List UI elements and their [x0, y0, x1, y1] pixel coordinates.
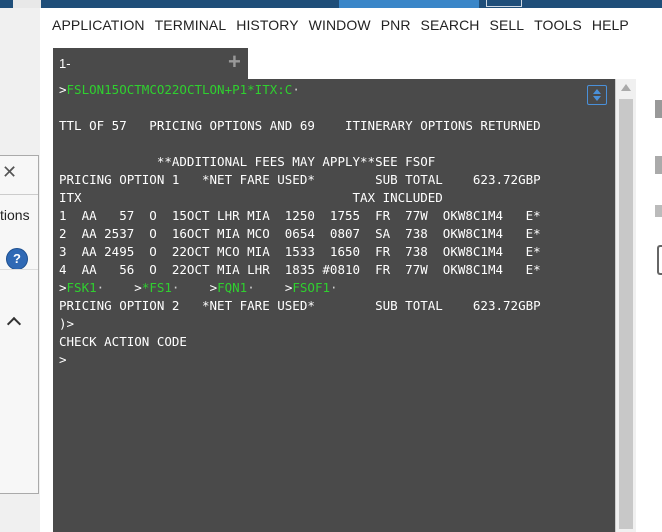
- prompt-char: >: [59, 82, 67, 97]
- side-popup: ✕ tions ?: [0, 155, 39, 494]
- segment-line: 3 AA 2495 O 22OCT MCO MIA 1533 1650 FR 7…: [59, 244, 541, 259]
- edge-icon[interactable]: [655, 205, 662, 217]
- check-action-line: CHECK ACTION CODE: [59, 334, 187, 349]
- popup-options-label: tions: [0, 207, 30, 223]
- pricing-option-2: PRICING OPTION 2 *NET FARE USED* SUB TOT…: [59, 298, 541, 313]
- link-dot: ·: [247, 280, 255, 295]
- segment-line: 1 AA 57 O 15OCT LHR MIA 1250 1755 FR 77W…: [59, 208, 541, 223]
- menu-tools[interactable]: TOOLS: [534, 17, 582, 37]
- menu-search[interactable]: SEARCH: [421, 17, 480, 37]
- edge-icon[interactable]: [655, 156, 662, 174]
- input-prompt[interactable]: >: [59, 352, 67, 367]
- arrow-up-icon: [593, 89, 601, 94]
- help-icon[interactable]: ?: [6, 248, 28, 270]
- divider: [0, 269, 38, 270]
- menu-pnr[interactable]: PNR: [381, 17, 411, 37]
- terminal-screen[interactable]: >FSLON15OCTMCO22OCTLON+P1*ITX:C· TTL OF …: [53, 79, 615, 532]
- link-dot: ·: [292, 82, 300, 97]
- divider: [0, 194, 38, 195]
- link-dot: ·: [96, 280, 105, 295]
- itx-line: ITX TAX INCLUDED: [59, 190, 443, 205]
- scroll-thumb[interactable]: [619, 99, 633, 529]
- tab-terminal-1[interactable]: 1-: [53, 48, 248, 79]
- menu-help[interactable]: HELP: [592, 17, 629, 37]
- link-fsk1[interactable]: FSK1: [67, 280, 97, 295]
- link-fs1[interactable]: *FS1: [142, 280, 172, 295]
- menu-bar: APPLICATION TERMINAL HISTORY WINDOW PNR …: [52, 17, 629, 37]
- menu-history[interactable]: HISTORY: [236, 17, 298, 37]
- vertical-scrollbar[interactable]: [615, 79, 636, 532]
- title-close-tab[interactable]: [13, 0, 41, 8]
- edge-icon[interactable]: [657, 245, 662, 275]
- title-search-field[interactable]: [339, 0, 479, 8]
- segment-line: 4 AA 56 O 22OCT MIA LHR 1835 #0810 FR 77…: [59, 262, 541, 277]
- scroll-toggle-icon[interactable]: [587, 85, 607, 105]
- total-options-line: TTL OF 57 PRICING OPTIONS AND 69 ITINERA…: [59, 118, 541, 133]
- prompt-char: >: [59, 280, 67, 295]
- tab-label: 1-: [59, 56, 71, 71]
- title-box[interactable]: [486, 0, 522, 7]
- scroll-up-icon[interactable]: [621, 84, 631, 91]
- menu-sell[interactable]: SELL: [490, 17, 525, 37]
- menu-terminal[interactable]: TERMINAL: [155, 17, 227, 37]
- more-indicator: )>: [59, 316, 75, 331]
- link-dot: ·: [330, 280, 338, 295]
- edge-icon[interactable]: [655, 100, 662, 118]
- right-edge-icons: [655, 100, 662, 280]
- menu-window[interactable]: WINDOW: [309, 17, 371, 37]
- command-link[interactable]: FSLON15OCTMCO22OCTLON+P1*ITX:C: [67, 82, 293, 97]
- window-title-strip: [0, 0, 662, 8]
- prompt-char: >: [209, 280, 218, 295]
- close-icon[interactable]: ✕: [2, 163, 17, 181]
- link-fsof1[interactable]: FSOF1: [292, 280, 330, 295]
- segment-line: 2 AA 2537 O 16OCT MIA MCO 0654 0807 SA 7…: [59, 226, 541, 241]
- link-dot: ·: [171, 280, 180, 295]
- terminal-tabs: 1- +: [53, 48, 633, 79]
- arrow-down-icon: [593, 96, 601, 101]
- fees-line: **ADDITIONAL FEES MAY APPLY**SEE FSOF: [59, 154, 436, 169]
- menu-application[interactable]: APPLICATION: [52, 17, 145, 37]
- link-fqn1[interactable]: FQN1: [217, 280, 247, 295]
- chevron-up-icon[interactable]: [6, 316, 22, 332]
- pricing-option-1: PRICING OPTION 1 *NET FARE USED* SUB TOT…: [59, 172, 541, 187]
- plus-icon[interactable]: +: [228, 51, 241, 73]
- prompt-char: >: [134, 280, 142, 295]
